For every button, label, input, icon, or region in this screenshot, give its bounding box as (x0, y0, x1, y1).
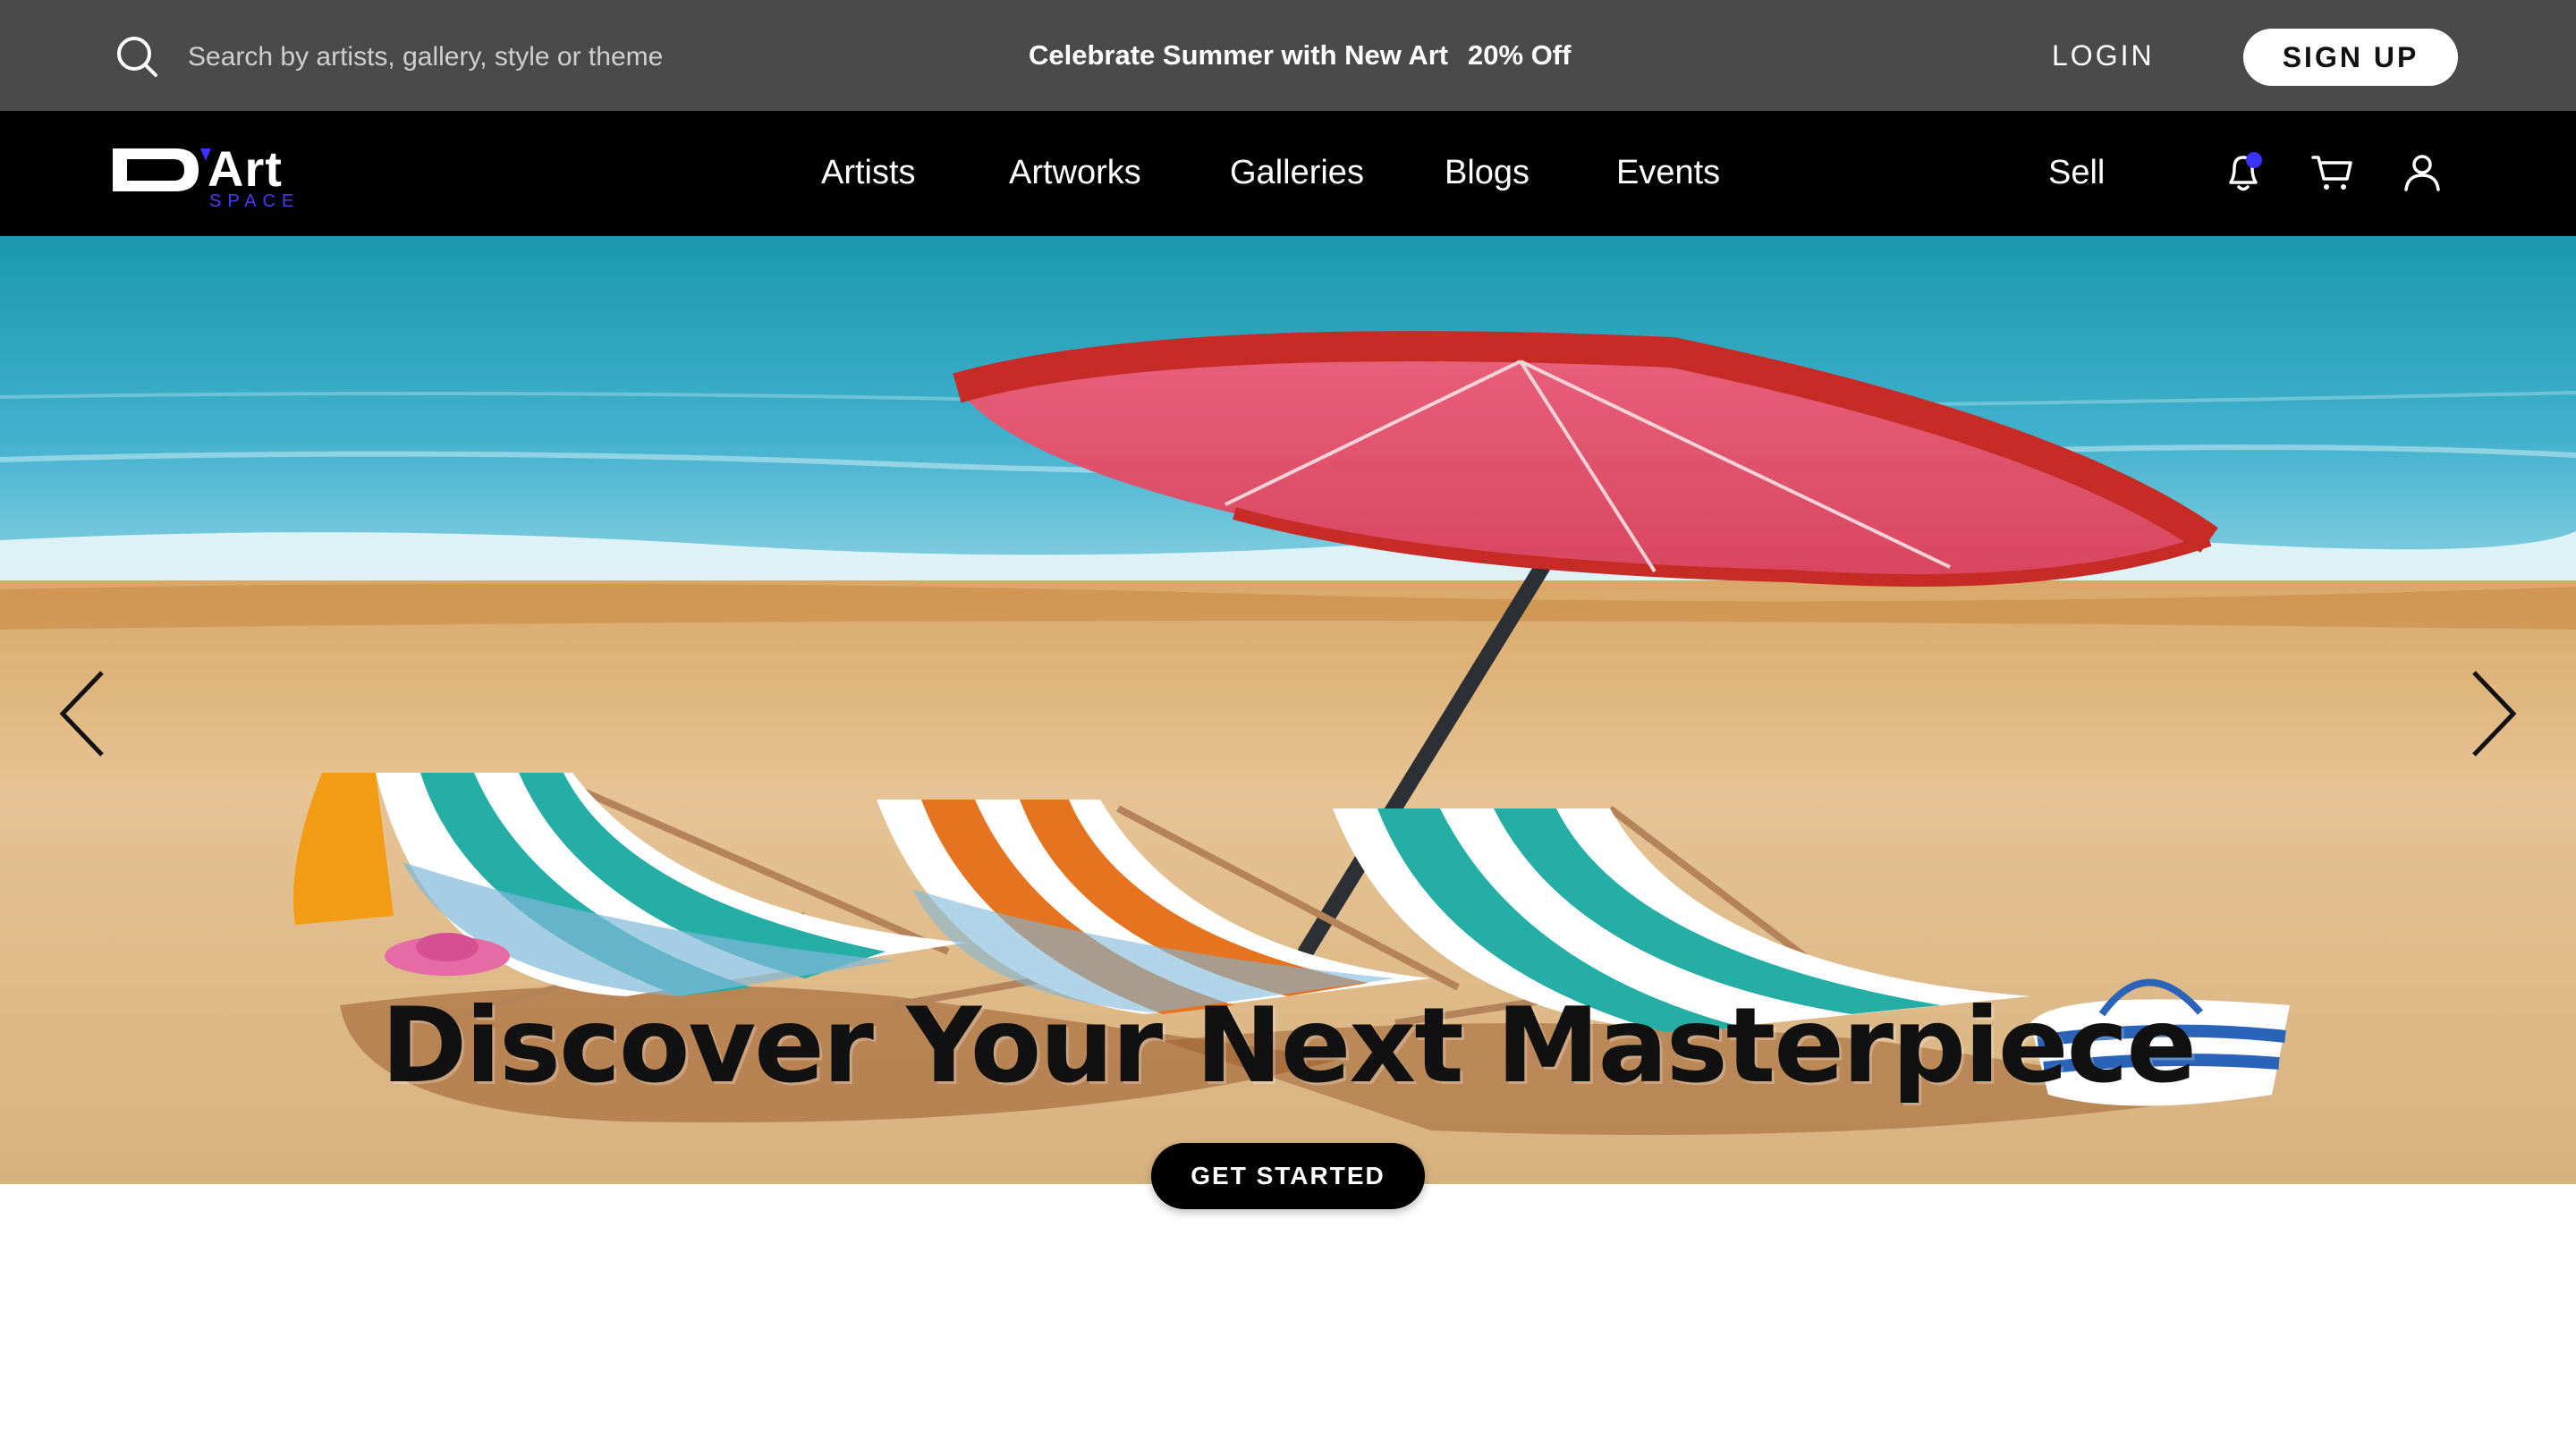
search-input[interactable] (186, 34, 816, 80)
search-icon[interactable] (114, 34, 159, 79)
get-started-button[interactable]: GET STARTED (1151, 1143, 1425, 1209)
logo-word: Art (208, 140, 283, 197)
chevron-left-icon[interactable] (55, 669, 109, 758)
nav-link-artworks[interactable]: Artworks (1009, 154, 1141, 192)
bell-icon[interactable] (2218, 147, 2268, 197)
signup-button[interactable]: SIGN UP (2243, 29, 2458, 86)
search-bar[interactable] (114, 34, 816, 80)
promo-text: Celebrate Summer with New Art (1029, 39, 1449, 71)
cart-icon[interactable] (2308, 147, 2358, 197)
nav-link-sell[interactable]: Sell (2048, 154, 2105, 192)
main-nav: Art SPACE Artists Artworks Galleries Blo… (0, 111, 2576, 236)
promo-bar: Celebrate Summer with New Art 20% Off LO… (0, 0, 2576, 111)
promo-discount: 20% Off (1468, 39, 1572, 71)
logo-d-mark (113, 148, 211, 191)
logo-subtitle: SPACE (209, 191, 301, 211)
nav-link-events[interactable]: Events (1616, 154, 1720, 192)
login-link[interactable]: LOGIN (2052, 39, 2155, 72)
chevron-right-icon[interactable] (2467, 669, 2521, 758)
hero-title: Discover Your Next Masterpiece (380, 986, 2197, 1106)
nav-link-artists[interactable]: Artists (821, 154, 916, 192)
user-icon[interactable] (2397, 147, 2447, 197)
nav-link-galleries[interactable]: Galleries (1230, 154, 1364, 192)
nav-link-blogs[interactable]: Blogs (1445, 154, 1530, 192)
notification-badge (2246, 152, 2262, 168)
logo[interactable]: Art SPACE (113, 140, 301, 211)
